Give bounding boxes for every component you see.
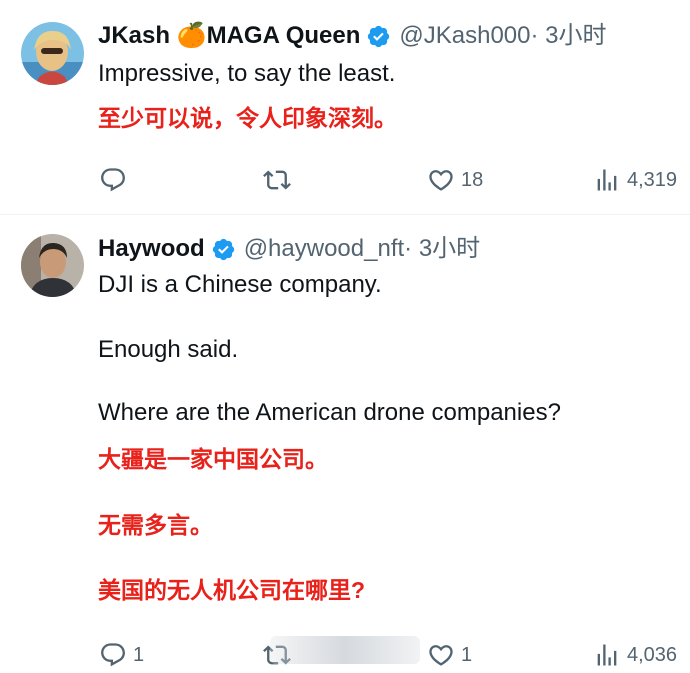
like-button[interactable]: 1 <box>427 641 472 669</box>
verified-badge-icon <box>368 25 390 47</box>
like-icon <box>429 645 453 666</box>
retweet-button[interactable] <box>261 166 299 194</box>
like-count: 1 <box>461 643 473 666</box>
translation-text-line: 无需多言。 <box>98 512 213 538</box>
views-icon <box>597 644 617 666</box>
timestamp[interactable]: · 3小时 <box>404 235 480 263</box>
avatar-jkash[interactable] <box>21 22 84 85</box>
tweet-text: Impressive, to say the least. <box>98 60 396 87</box>
author-name[interactable]: Haywood <box>98 235 205 263</box>
tweet-header: JKash 🍊MAGA Queen @JKash000 · 3小时 <box>98 22 607 50</box>
tweet-text-line: Where are the American drone companies? <box>98 399 561 426</box>
views-button[interactable]: 4,036 <box>593 641 677 669</box>
verified-badge-icon <box>212 238 234 260</box>
tweet-haywood[interactable]: Haywood @haywood_nft · 3小时 DJI is a Chin… <box>0 215 690 673</box>
views-count: 4,319 <box>627 168 678 191</box>
retweet-icon <box>263 170 291 190</box>
like-icon <box>429 170 453 191</box>
author-name[interactable]: JKash 🍊MAGA Queen <box>98 22 360 50</box>
reply-button[interactable]: 1 <box>99 641 144 669</box>
reply-count: 1 <box>133 643 145 666</box>
tweet-jkash[interactable]: JKash 🍊MAGA Queen @JKash000 · 3小时 Impres… <box>0 0 690 214</box>
author-handle[interactable]: @haywood_nft <box>244 235 404 263</box>
blurred-watermark <box>270 636 420 664</box>
like-count: 18 <box>461 168 484 191</box>
views-count: 4,036 <box>627 643 678 666</box>
translation-text-line: 美国的无人机公司在哪里? <box>98 577 366 603</box>
translation-text-line: 大疆是一家中国公司。 <box>98 446 328 472</box>
reply-icon <box>101 168 125 192</box>
avatar-haywood[interactable] <box>21 234 84 297</box>
tweet-header: Haywood @haywood_nft · 3小时 <box>98 235 480 263</box>
like-button[interactable]: 18 <box>427 166 483 194</box>
author-handle[interactable]: @JKash000 <box>399 22 530 50</box>
translation-text: 至少可以说，令人印象深刻。 <box>98 105 397 131</box>
views-button[interactable]: 4,319 <box>593 166 677 194</box>
tweet-text-line: DJI is a Chinese company. <box>98 271 382 298</box>
reply-button[interactable] <box>99 166 133 194</box>
tweet-text-line: Enough said. <box>98 336 239 363</box>
reply-icon <box>101 643 125 667</box>
views-icon <box>597 169 617 191</box>
timestamp[interactable]: · 3小时 <box>530 22 606 50</box>
